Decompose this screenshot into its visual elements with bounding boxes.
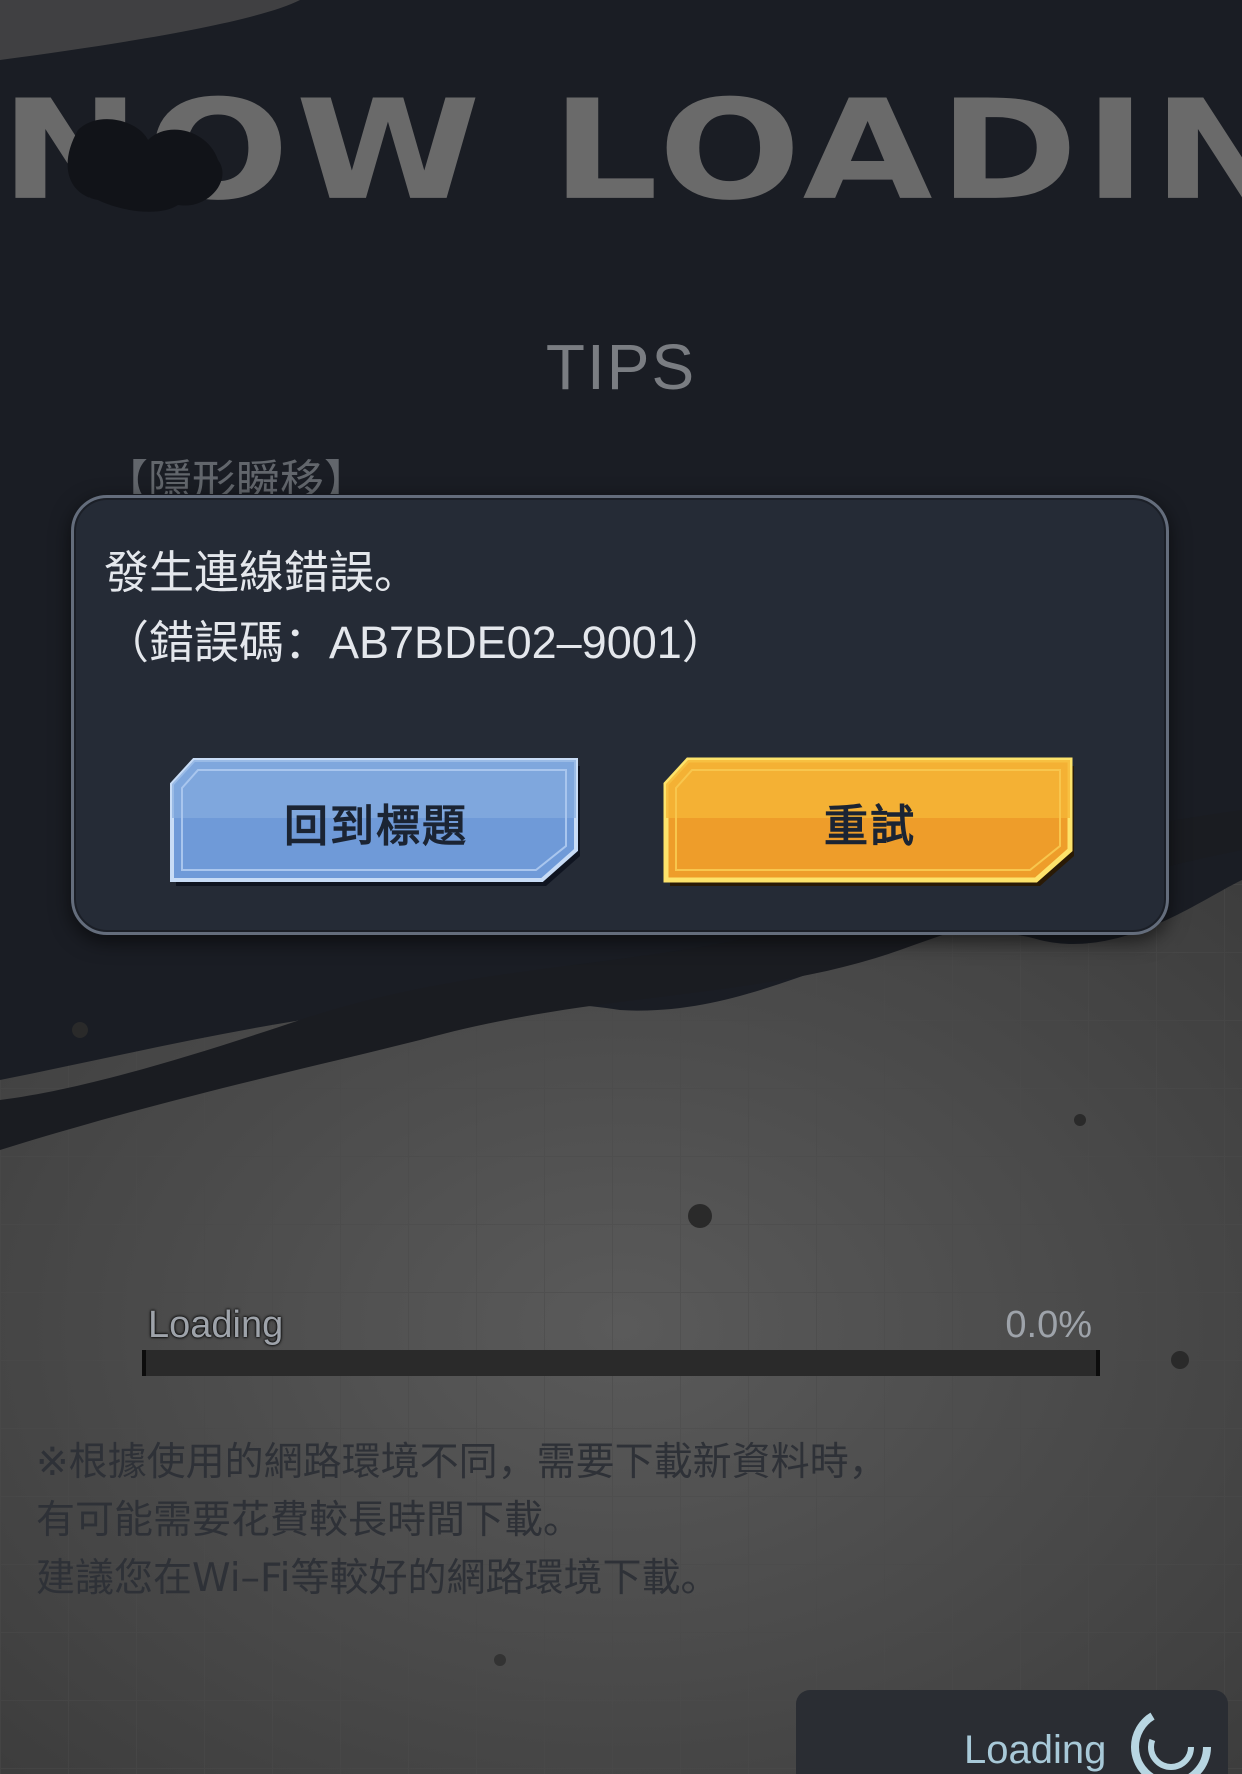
- loading-percent: 0.0%: [1005, 1304, 1092, 1346]
- error-dialog: 發生連線錯誤。 （錯誤碼：AB7BDE02–9001） 回到標題 重試: [71, 495, 1169, 935]
- back-to-title-button[interactable]: 回到標題: [166, 756, 586, 888]
- note-line: ※根據使用的網路環境不同，需要下載新資料時，: [36, 1440, 888, 1485]
- loading-spinner-icon: [1131, 1707, 1211, 1774]
- loading-label: Loading: [148, 1304, 284, 1346]
- loading-screen: NOW LOADING TIPS 【隱形瞬移】 發生連線錯誤。 （錯誤碼：AB7…: [0, 0, 1242, 1774]
- error-code: （錯誤碼：AB7BDE02–9001）: [104, 617, 727, 668]
- note-line: 有可能需要花費較長時間下載。: [36, 1498, 583, 1543]
- back-to-title-label: 回到標題: [284, 801, 468, 852]
- download-notes: ※根據使用的網路環境不同，需要下載新資料時， 有可能需要花費較長時間下載。 建議…: [36, 1434, 888, 1608]
- loading-spinner-panel: Loading: [796, 1690, 1228, 1774]
- ink-splat-icon: [67, 119, 223, 212]
- tips-heading: TIPS: [545, 331, 697, 403]
- error-message: 發生連線錯誤。: [104, 546, 420, 599]
- retry-button[interactable]: 重試: [660, 756, 1080, 888]
- note-line: 建議您在Wi–Fi等較好的網路環境下載。: [36, 1556, 720, 1601]
- retry-label: 重試: [824, 801, 916, 852]
- tip-title: 【隱形瞬移】: [104, 456, 368, 494]
- spinner-label: Loading: [964, 1728, 1107, 1772]
- loading-progress-bar: [142, 1350, 1100, 1376]
